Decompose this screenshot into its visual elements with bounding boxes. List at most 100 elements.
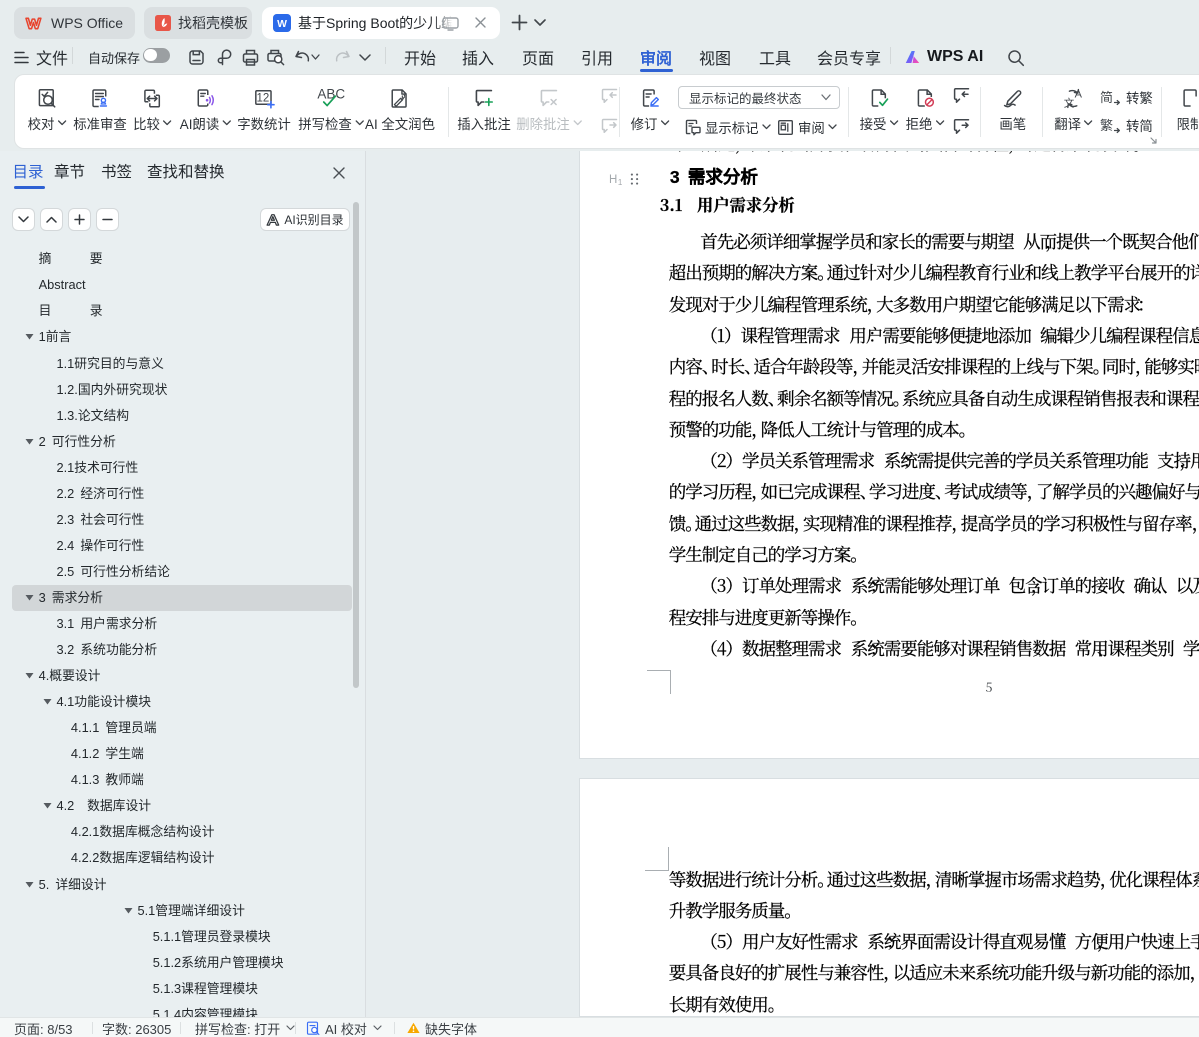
compare-icon: [142, 75, 163, 109]
toc-item[interactable]: 1.2.国内外研究现状: [12, 377, 352, 403]
undo-dropdown-icon[interactable]: [308, 44, 322, 70]
show-markup-button[interactable]: 显示标记: [684, 117, 771, 137]
screen-share-icon[interactable]: [442, 17, 459, 31]
insert-comment-button[interactable]: 插入批注: [457, 75, 511, 132]
toc-item[interactable]: 5. 详细设计: [12, 872, 352, 898]
spell-check-button[interactable]: ABC 拼写检查: [298, 75, 364, 132]
translate-button[interactable]: 文A 翻译: [1054, 75, 1093, 132]
accept-change-button[interactable]: 接受: [860, 75, 899, 132]
toc-item[interactable]: 5.1.1管理员登录模块: [12, 924, 352, 950]
search-icon[interactable]: [1003, 45, 1029, 71]
toc-item-selected[interactable]: 3 需求分析: [12, 585, 352, 611]
toc-item[interactable]: 3.2 系统功能分析: [12, 637, 352, 663]
restrict-edit-button[interactable]: 限制: [1177, 75, 1199, 132]
toc-item[interactable]: 2.2 经济可行性: [12, 481, 352, 507]
collapse-arrow-icon[interactable]: [43, 802, 52, 811]
toc-item[interactable]: 4.2.1数据库概念结构设计: [12, 819, 352, 845]
file-menu[interactable]: 文件: [14, 40, 68, 74]
tab-docer-templates[interactable]: 找稻壳模板: [144, 7, 252, 39]
toc-item[interactable]: 1.3.论文结构: [12, 403, 352, 429]
print-preview-icon[interactable]: [263, 44, 289, 70]
spell-check-status[interactable]: 拼写检查: 打开: [195, 1018, 295, 1037]
collapse-arrow-icon[interactable]: [124, 907, 133, 916]
toc-item[interactable]: 5.1管理端详细设计: [12, 898, 352, 924]
wps-ai-label: WPS AI: [927, 48, 983, 66]
document-page-6[interactable]: 等数据进行统计分析。通过这些数据，清晰掌握市场需求趋势，优化课程体系设置，提升教…: [579, 778, 1199, 1018]
previous-change-icon[interactable]: [953, 87, 970, 104]
toc-item[interactable]: 2 可行性分析: [12, 429, 352, 455]
collapse-arrow-icon[interactable]: [25, 438, 34, 447]
toc-item[interactable]: 4.1功能设计模块: [12, 689, 352, 715]
tab-active-document[interactable]: W 基于Spring Boot的少儿编程: [262, 7, 500, 39]
toc-item[interactable]: 2.1技术可行性: [12, 455, 352, 481]
close-tab-icon[interactable]: [474, 16, 487, 29]
ribbon-separator: [848, 87, 849, 137]
more-commands-icon[interactable]: [356, 44, 374, 70]
dialog-launcher-icon[interactable]: [1150, 137, 1158, 145]
track-changes-button[interactable]: 修订: [631, 75, 670, 132]
toc-item[interactable]: 2.4 操作可行性: [12, 533, 352, 559]
toc-item[interactable]: 3.1 用户需求分析: [12, 611, 352, 637]
word-count-button[interactable]: 12 字数统计: [237, 75, 291, 132]
to-simplified-button[interactable]: 繁 转简: [1100, 115, 1153, 135]
menu-item-1[interactable]: 插入: [462, 40, 494, 74]
ai-proofread-status[interactable]: AI 校对: [306, 1018, 382, 1037]
compare-button[interactable]: 比较: [133, 75, 172, 132]
document-text-line: （2）学员关系管理需求：系统需提供完善的学员关系管理功能，支持用户记录学员: [669, 451, 1199, 471]
next-change-icon[interactable]: [953, 118, 970, 135]
ai-proofread-icon: [306, 1021, 321, 1036]
collapse-arrow-icon[interactable]: [25, 333, 34, 342]
collapse-arrow-icon[interactable]: [43, 698, 52, 707]
sidebar-scrollbar[interactable]: [353, 202, 359, 688]
proofread-button[interactable]: 校对: [28, 75, 67, 132]
toc-item[interactable]: 目 录: [12, 298, 352, 324]
toc-item[interactable]: 摘 要: [12, 246, 352, 272]
toc-item[interactable]: 1前言: [12, 324, 352, 350]
page-indicator[interactable]: 页面: 8/53: [14, 1018, 73, 1037]
collapse-arrow-icon[interactable]: [25, 672, 34, 681]
toc-item[interactable]: 4.2.2数据库逻辑结构设计: [12, 845, 352, 871]
print-icon[interactable]: [237, 44, 263, 70]
menu-item-3[interactable]: 引用: [581, 40, 613, 74]
menu-item-2[interactable]: 页面: [522, 40, 554, 74]
menu-item-7[interactable]: 会员专享: [817, 40, 881, 74]
menu-item-0[interactable]: 开始: [404, 40, 436, 74]
missing-font-warning[interactable]: 缺失字体: [407, 1018, 477, 1037]
ai-polish-button[interactable]: AI 全文润色: [365, 75, 435, 132]
autosave-toggle[interactable]: [143, 48, 170, 63]
document-page-5[interactable]: H1 综上所述，本系统的开发在各方面均具备可行性，可进行系统设计。3 需求分析3…: [579, 151, 1199, 760]
tab-wps-home[interactable]: WPS Office: [14, 7, 135, 39]
menu-item-4[interactable]: 审阅: [640, 40, 672, 74]
save-icon[interactable]: [183, 44, 209, 70]
toc-item[interactable]: 2.3 社会可行性: [12, 507, 352, 533]
status-separator: [394, 1022, 395, 1034]
menu-item-6[interactable]: 工具: [759, 40, 791, 74]
toc-item[interactable]: 1.1研究目的与意义: [12, 351, 352, 377]
markup-state-combobox[interactable]: 显示标记的最终状态: [678, 86, 840, 109]
wps-ai-button[interactable]: WPS AI: [905, 40, 983, 74]
collapse-arrow-icon[interactable]: [25, 881, 34, 890]
reject-change-button[interactable]: 拒绝: [906, 75, 945, 132]
review-pane-button[interactable]: 审阅: [777, 117, 837, 137]
toc-item[interactable]: 4.1.1 管理员端: [12, 715, 352, 741]
dropdown-arrow-icon: [57, 120, 66, 126]
ink-pen-button[interactable]: 画笔: [999, 75, 1026, 132]
reject-change-icon: [915, 75, 936, 109]
menu-item-5[interactable]: 视图: [699, 40, 731, 74]
word-count-indicator[interactable]: 字数: 26305: [102, 1018, 171, 1037]
toc-item[interactable]: 5.1.3课程管理模块: [12, 976, 352, 1002]
toc-item[interactable]: 4.2 数据库设计: [12, 793, 352, 819]
to-traditional-button[interactable]: 简 转繁: [1100, 87, 1153, 107]
standard-review-button[interactable]: 标准审查: [73, 75, 127, 132]
toc-item[interactable]: 5.1.2系统用户管理模块: [12, 950, 352, 976]
drag-handle-icon[interactable]: [630, 173, 639, 185]
collapse-arrow-icon[interactable]: [25, 594, 34, 603]
toc-item[interactable]: 4.概要设计: [12, 663, 352, 689]
export-pdf-icon[interactable]: [212, 44, 238, 70]
toc-item[interactable]: 2.5 可行性分析结论: [12, 559, 352, 585]
toc-item[interactable]: Abstract: [12, 272, 352, 298]
toc-item[interactable]: 4.1.2 学生端: [12, 741, 352, 767]
ai-read-aloud-button[interactable]: AI朗读: [180, 75, 231, 132]
toc-item[interactable]: 4.1.3 教师端: [12, 767, 352, 793]
tab-list-dropdown-icon[interactable]: [529, 8, 551, 36]
